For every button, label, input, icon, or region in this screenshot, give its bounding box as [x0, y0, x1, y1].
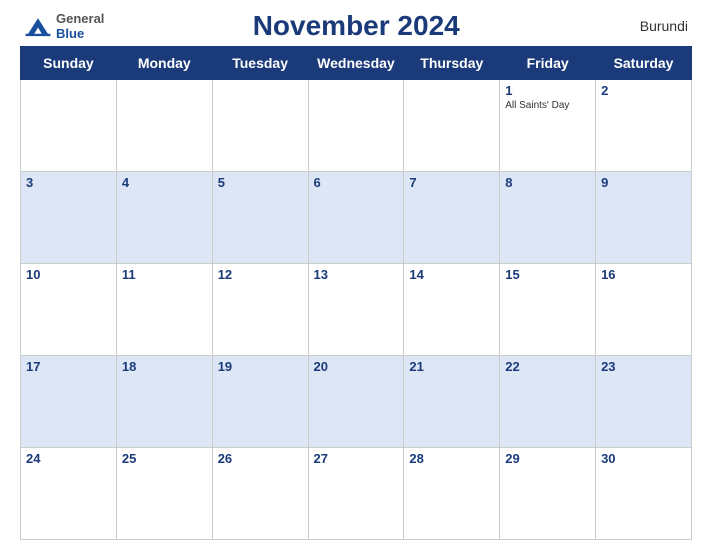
calendar-cell: 30 [596, 448, 692, 540]
calendar-cell [116, 80, 212, 172]
calendar-cell [308, 80, 404, 172]
cell-date-number: 12 [218, 267, 303, 282]
cell-date-number: 21 [409, 359, 494, 374]
cell-date-number: 8 [505, 175, 590, 190]
logo-blue-text: Blue [56, 26, 104, 41]
calendar-cell: 15 [500, 264, 596, 356]
calendar-cell: 8 [500, 172, 596, 264]
calendar-cell: 18 [116, 356, 212, 448]
calendar-cell: 29 [500, 448, 596, 540]
calendar-cell: 20 [308, 356, 404, 448]
calendar-cell: 1 All Saints' Day [500, 80, 596, 172]
day-header-friday: Friday [500, 47, 596, 80]
cell-date-number: 5 [218, 175, 303, 190]
cell-date-number: 22 [505, 359, 590, 374]
calendar-cell: 4 [116, 172, 212, 264]
calendar-cell: 25 [116, 448, 212, 540]
calendar-header: General Blue November 2024 Burundi [20, 10, 692, 42]
cell-date-number: 20 [314, 359, 399, 374]
cell-date-number: 1 [505, 83, 590, 98]
cell-date-number: 9 [601, 175, 686, 190]
cell-date-number: 30 [601, 451, 686, 466]
calendar-cell: 24 [21, 448, 117, 540]
cell-date-number: 27 [314, 451, 399, 466]
cell-date-number: 18 [122, 359, 207, 374]
week-row-1: 1 All Saints' Day 2 [21, 80, 692, 172]
country-label: Burundi [608, 18, 688, 34]
week-row-5: 24 25 26 27 28 29 30 [21, 448, 692, 540]
day-header-thursday: Thursday [404, 47, 500, 80]
cell-date-number: 29 [505, 451, 590, 466]
cell-date-number: 25 [122, 451, 207, 466]
logo-general-text: General [56, 11, 104, 26]
calendar-cell: 17 [21, 356, 117, 448]
cell-date-number: 4 [122, 175, 207, 190]
cell-date-number: 28 [409, 451, 494, 466]
calendar-table: SundayMondayTuesdayWednesdayThursdayFrid… [20, 46, 692, 540]
calendar-cell: 19 [212, 356, 308, 448]
cell-date-number: 16 [601, 267, 686, 282]
cell-date-number: 19 [218, 359, 303, 374]
calendar-cell: 16 [596, 264, 692, 356]
calendar-cell: 3 [21, 172, 117, 264]
calendar-cell: 26 [212, 448, 308, 540]
calendar-cell: 27 [308, 448, 404, 540]
logo-text: General Blue [56, 11, 104, 41]
calendar-cell: 13 [308, 264, 404, 356]
calendar-cell: 22 [500, 356, 596, 448]
week-row-3: 10 11 12 13 14 15 16 [21, 264, 692, 356]
cell-date-number: 6 [314, 175, 399, 190]
calendar-cell: 21 [404, 356, 500, 448]
cell-date-number: 7 [409, 175, 494, 190]
calendar-cell: 12 [212, 264, 308, 356]
calendar-cell: 2 [596, 80, 692, 172]
calendar-cell: 11 [116, 264, 212, 356]
cell-date-number: 13 [314, 267, 399, 282]
day-header-tuesday: Tuesday [212, 47, 308, 80]
cell-date-number: 3 [26, 175, 111, 190]
cell-date-number: 26 [218, 451, 303, 466]
calendar-cell: 6 [308, 172, 404, 264]
cell-date-number: 2 [601, 83, 686, 98]
week-row-4: 17 18 19 20 21 22 23 [21, 356, 692, 448]
cell-date-number: 15 [505, 267, 590, 282]
cell-date-number: 14 [409, 267, 494, 282]
day-header-monday: Monday [116, 47, 212, 80]
cell-event-label: All Saints' Day [505, 100, 590, 111]
day-header-sunday: Sunday [21, 47, 117, 80]
cell-date-number: 24 [26, 451, 111, 466]
calendar-cell [404, 80, 500, 172]
week-row-2: 3456789 [21, 172, 692, 264]
cell-date-number: 10 [26, 267, 111, 282]
logo-icon [24, 15, 52, 37]
calendar-cell: 7 [404, 172, 500, 264]
day-header-row: SundayMondayTuesdayWednesdayThursdayFrid… [21, 47, 692, 80]
cell-date-number: 23 [601, 359, 686, 374]
cell-date-number: 11 [122, 267, 207, 282]
day-header-saturday: Saturday [596, 47, 692, 80]
calendar-cell [212, 80, 308, 172]
calendar-cell: 28 [404, 448, 500, 540]
day-header-wednesday: Wednesday [308, 47, 404, 80]
calendar-cell: 9 [596, 172, 692, 264]
calendar-cell: 14 [404, 264, 500, 356]
calendar-cell: 10 [21, 264, 117, 356]
calendar-title: November 2024 [104, 10, 608, 42]
calendar-cell: 23 [596, 356, 692, 448]
calendar-cell: 5 [212, 172, 308, 264]
calendar-cell [21, 80, 117, 172]
cell-date-number: 17 [26, 359, 111, 374]
logo: General Blue [24, 11, 104, 41]
